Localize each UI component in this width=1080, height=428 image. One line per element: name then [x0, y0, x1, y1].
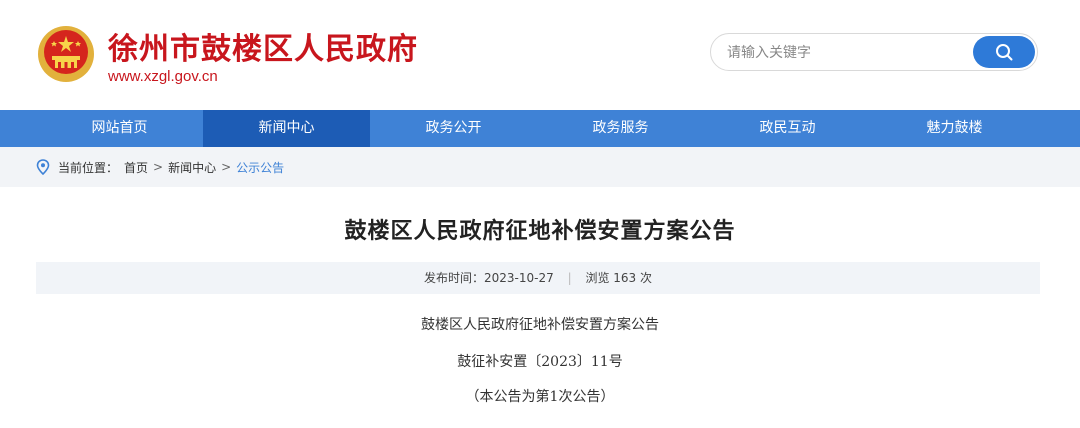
- view-count: 浏览 163 次: [585, 271, 652, 285]
- search-input[interactable]: [727, 42, 967, 64]
- breadcrumb-home[interactable]: 首页: [124, 159, 148, 176]
- nav-item-charm-gulou[interactable]: 魅力鼓楼: [871, 110, 1038, 147]
- search-icon: [996, 44, 1013, 61]
- breadcrumb: 当前位置： 首页 > 新闻中心 > 公示公告: [0, 147, 1080, 187]
- publish-date: 发布时间：2023-10-27: [424, 271, 554, 285]
- site-title[interactable]: 徐州市鼓楼区人民政府: [108, 24, 418, 68]
- nav-item-gov-services[interactable]: 政务服务: [537, 110, 704, 147]
- article-line: 鼓征补安置〔2023〕11号: [457, 354, 623, 370]
- nav-item-home[interactable]: 网站首页: [36, 110, 203, 147]
- breadcrumb-separator: >: [221, 160, 232, 174]
- national-emblem-icon: [38, 26, 94, 82]
- breadcrumb-news[interactable]: 新闻中心: [168, 159, 216, 176]
- location-pin-icon: [36, 159, 50, 175]
- main-nav: 网站首页 新闻中心 政务公开 政务服务 政民互动 魅力鼓楼: [0, 110, 1080, 147]
- article-line: 鼓楼区人民政府征地补偿安置方案公告: [421, 317, 659, 333]
- nav-item-interaction[interactable]: 政民互动: [704, 110, 871, 147]
- search-box: [710, 33, 1038, 71]
- article-line: （本公告为第1次公告）: [465, 389, 615, 405]
- site-url[interactable]: www.xzgl.gov.cn: [108, 68, 218, 85]
- meta-divider: |: [567, 271, 572, 285]
- search-button[interactable]: [973, 36, 1035, 68]
- article-meta: 发布时间：2023-10-27 | 浏览 163 次: [36, 262, 1040, 294]
- breadcrumb-prefix: 当前位置：: [58, 160, 119, 175]
- article-title: 鼓楼区人民政府征地补偿安置方案公告: [344, 219, 736, 244]
- breadcrumb-separator: >: [153, 160, 164, 174]
- nav-item-gov-affairs-open[interactable]: 政务公开: [370, 110, 537, 147]
- nav-item-news[interactable]: 新闻中心: [203, 110, 370, 147]
- site-header: 徐州市鼓楼区人民政府 www.xzgl.gov.cn: [0, 0, 1080, 110]
- breadcrumb-announcements[interactable]: 公示公告: [236, 159, 284, 176]
